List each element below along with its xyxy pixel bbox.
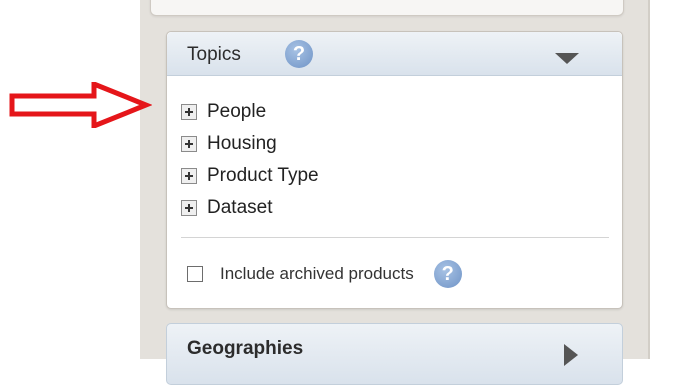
divider [181,237,609,238]
topic-label: Housing [207,133,277,154]
topics-panel: Topics ? People Housing Product Type Dat… [166,31,623,309]
topic-item-housing[interactable]: Housing [181,128,319,160]
expand-plus-icon[interactable] [181,168,197,184]
pointer-arrow-annotation [9,82,152,128]
geographies-panel-title: Geographies [187,338,304,359]
help-icon[interactable]: ? [433,260,462,288]
topic-label: People [207,101,267,122]
collapse-arrow-icon[interactable] [555,53,579,64]
include-archived-row: Include archived products ? [187,260,462,288]
topic-item-people[interactable]: People [181,96,319,128]
topics-panel-title: Topics [187,44,241,65]
expand-plus-icon[interactable] [181,136,197,152]
include-archived-label[interactable]: Include archived products [220,264,414,284]
topics-panel-header[interactable]: Topics ? [167,32,622,76]
topic-list: People Housing Product Type Dataset [181,96,319,224]
sidebar-edge [648,0,650,359]
geographies-panel[interactable]: Geographies [166,323,623,385]
expand-arrow-icon[interactable] [564,344,578,366]
topic-label: Product Type [207,165,319,186]
topic-item-dataset[interactable]: Dataset [181,192,319,224]
expand-plus-icon[interactable] [181,200,197,216]
expand-plus-icon[interactable] [181,104,197,120]
include-archived-checkbox[interactable] [187,266,203,282]
topic-label: Dataset [207,197,273,218]
previous-panel [150,0,624,16]
help-icon[interactable]: ? [285,40,313,68]
topic-item-product-type[interactable]: Product Type [181,160,319,192]
